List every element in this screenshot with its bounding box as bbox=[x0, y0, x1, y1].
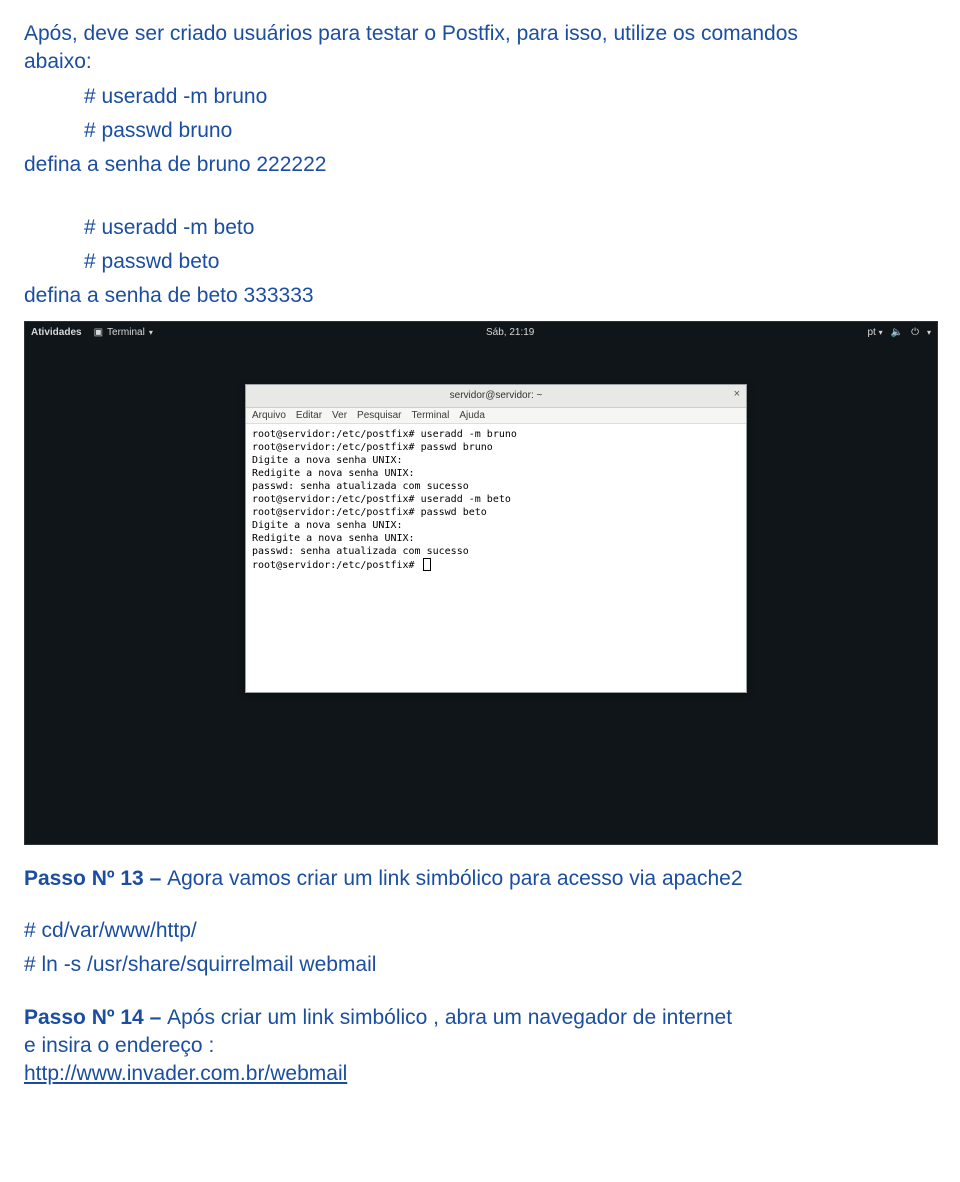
panel-activities[interactable]: Atividades bbox=[31, 327, 82, 338]
terminal-menubar[interactable]: Arquivo Editar Ver Pesquisar Terminal Aj… bbox=[246, 408, 746, 424]
command-useradd-beto: # useradd -m beto bbox=[84, 214, 936, 242]
step-13: Passo Nº 13 – Agora vamos criar um link … bbox=[24, 865, 936, 893]
terminal-title: servidor@servidor: ~ bbox=[450, 390, 543, 401]
close-icon[interactable]: × bbox=[734, 389, 740, 400]
step-14-text-2: e insira o endereço : bbox=[24, 1034, 214, 1057]
panel-lang: pt ▾ bbox=[867, 327, 882, 338]
term-line: root@servidor:/etc/postfix# useradd -m b… bbox=[252, 494, 511, 505]
term-line: Redigite a nova senha UNIX: bbox=[252, 533, 415, 544]
define-senha-bruno: defina a senha de bruno 222222 bbox=[24, 151, 936, 179]
term-line: Digite a nova senha UNIX: bbox=[252, 520, 403, 531]
chevron-down-icon: ▾ bbox=[927, 328, 931, 337]
menu-pesquisar[interactable]: Pesquisar bbox=[357, 410, 401, 421]
term-line: root@servidor:/etc/postfix# passwd beto bbox=[252, 507, 487, 518]
term-line: root@servidor:/etc/postfix# bbox=[252, 560, 421, 571]
chevron-down-icon: ▾ bbox=[879, 328, 883, 337]
step-13-text: Agora vamos criar um link simbólico para… bbox=[167, 867, 742, 890]
command-useradd-bruno: # useradd -m bruno bbox=[84, 83, 936, 111]
command-cd: # cd/var/www/http/ bbox=[24, 917, 936, 945]
command-passwd-beto: # passwd beto bbox=[84, 248, 936, 276]
spacer bbox=[24, 186, 936, 214]
step-14-title: Passo Nº 14 – bbox=[24, 1006, 167, 1029]
terminal-titlebar[interactable]: servidor@servidor: ~ × bbox=[246, 385, 746, 408]
chevron-down-icon: ▾ bbox=[149, 328, 153, 337]
intro-line2: abaixo: bbox=[24, 50, 92, 73]
term-line: root@servidor:/etc/postfix# useradd -m b… bbox=[252, 429, 517, 440]
spacer bbox=[24, 899, 936, 917]
step-14-text-1: Após criar um link simbólico , abra um n… bbox=[167, 1006, 732, 1029]
command-passwd-bruno: # passwd bruno bbox=[84, 117, 936, 145]
gnome-screenshot: Atividades ▣ Terminal ▾ Sáb, 21:19 pt ▾ … bbox=[24, 321, 938, 845]
gnome-top-panel: Atividades ▣ Terminal ▾ Sáb, 21:19 pt ▾ … bbox=[25, 322, 937, 344]
intro-line1: Após, deve ser criado usuários para test… bbox=[24, 22, 798, 45]
step-13-title: Passo Nº 13 – bbox=[24, 867, 167, 890]
menu-editar[interactable]: Editar bbox=[296, 410, 322, 421]
step-14: Passo Nº 14 – Após criar um link simbóli… bbox=[24, 1004, 936, 1089]
panel-clock[interactable]: Sáb, 21:19 bbox=[486, 327, 534, 338]
terminal-output[interactable]: root@servidor:/etc/postfix# useradd -m b… bbox=[246, 424, 746, 692]
define-senha-beto: defina a senha de beto 333333 bbox=[24, 282, 936, 310]
terminal-cursor bbox=[423, 558, 431, 571]
menu-terminal[interactable]: Terminal bbox=[412, 410, 450, 421]
step-14-url[interactable]: http://www.invader.com.br/webmail bbox=[24, 1062, 347, 1085]
gnome-desktop: servidor@servidor: ~ × Arquivo Editar Ve… bbox=[25, 344, 937, 844]
menu-ajuda[interactable]: Ajuda bbox=[459, 410, 485, 421]
menu-arquivo[interactable]: Arquivo bbox=[252, 410, 286, 421]
term-line: root@servidor:/etc/postfix# passwd bruno bbox=[252, 442, 493, 453]
spacer bbox=[24, 986, 936, 1004]
volume-icon: 🔈 bbox=[891, 327, 903, 338]
term-line: passwd: senha atualizada com sucesso bbox=[252, 546, 469, 557]
term-line: passwd: senha atualizada com sucesso bbox=[252, 481, 469, 492]
document-page: Após, deve ser criado usuários para test… bbox=[0, 0, 960, 1135]
panel-app-menu[interactable]: ▣ Terminal ▾ bbox=[94, 327, 153, 338]
intro-paragraph: Após, deve ser criado usuários para test… bbox=[24, 20, 936, 77]
panel-left: Atividades ▣ Terminal ▾ bbox=[31, 327, 153, 338]
terminal-window[interactable]: servidor@servidor: ~ × Arquivo Editar Ve… bbox=[245, 384, 747, 693]
terminal-icon: ▣ bbox=[94, 327, 103, 338]
panel-right[interactable]: pt ▾ 🔈 ⏻ ▾ bbox=[867, 327, 931, 338]
panel-center: Sáb, 21:19 bbox=[486, 327, 534, 338]
command-ln: # ln -s /usr/share/squirrelmail webmail bbox=[24, 951, 936, 979]
panel-app-name: Terminal bbox=[107, 327, 145, 338]
term-line: Redigite a nova senha UNIX: bbox=[252, 468, 415, 479]
power-icon: ⏻ bbox=[911, 327, 919, 338]
menu-ver[interactable]: Ver bbox=[332, 410, 347, 421]
term-line: Digite a nova senha UNIX: bbox=[252, 455, 403, 466]
